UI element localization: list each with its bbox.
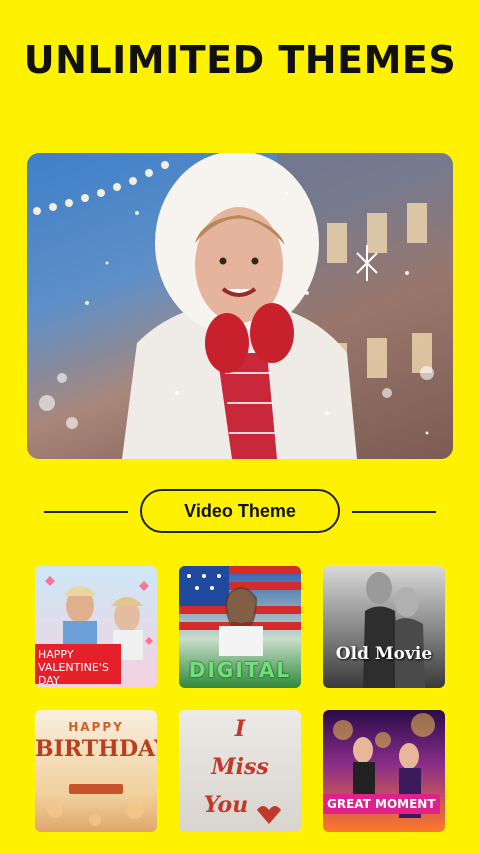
theme-tile-birthday[interactable]: HAPPY BIRTHDAY [35, 710, 157, 832]
theme-tile-digital[interactable]: DIGITAL [179, 566, 301, 688]
headline: UNLIMITED THEMES [23, 38, 457, 82]
theme-tile-great-moment[interactable]: GREAT MOMENT [323, 710, 445, 832]
tile-caption: HAPPY VALENTINE'S DAY [35, 644, 121, 687]
tile-caption-large: BIRTHDAY [35, 736, 157, 762]
hero-preview-image [27, 153, 453, 459]
section-divider: Video Theme [0, 489, 480, 535]
theme-tile-miss-you[interactable]: I Miss You [179, 710, 301, 832]
tile-caption-small: HAPPY [68, 720, 124, 734]
tile-caption: GREAT MOMENT [323, 794, 440, 814]
divider-line-right [352, 511, 436, 513]
tile-caption-2: Miss [211, 754, 269, 780]
theme-tile-valentines[interactable]: HAPPY VALENTINE'S DAY [35, 566, 157, 688]
theme-tile-old-movie[interactable]: Old Movie [323, 566, 445, 688]
tile-caption-1: I [234, 716, 246, 742]
video-theme-button[interactable]: Video Theme [140, 489, 340, 533]
tile-caption: DIGITAL [188, 658, 292, 682]
divider-line-left [44, 511, 128, 513]
tile-caption: Old Movie [335, 644, 433, 664]
tile-caption-3: You [203, 792, 249, 818]
